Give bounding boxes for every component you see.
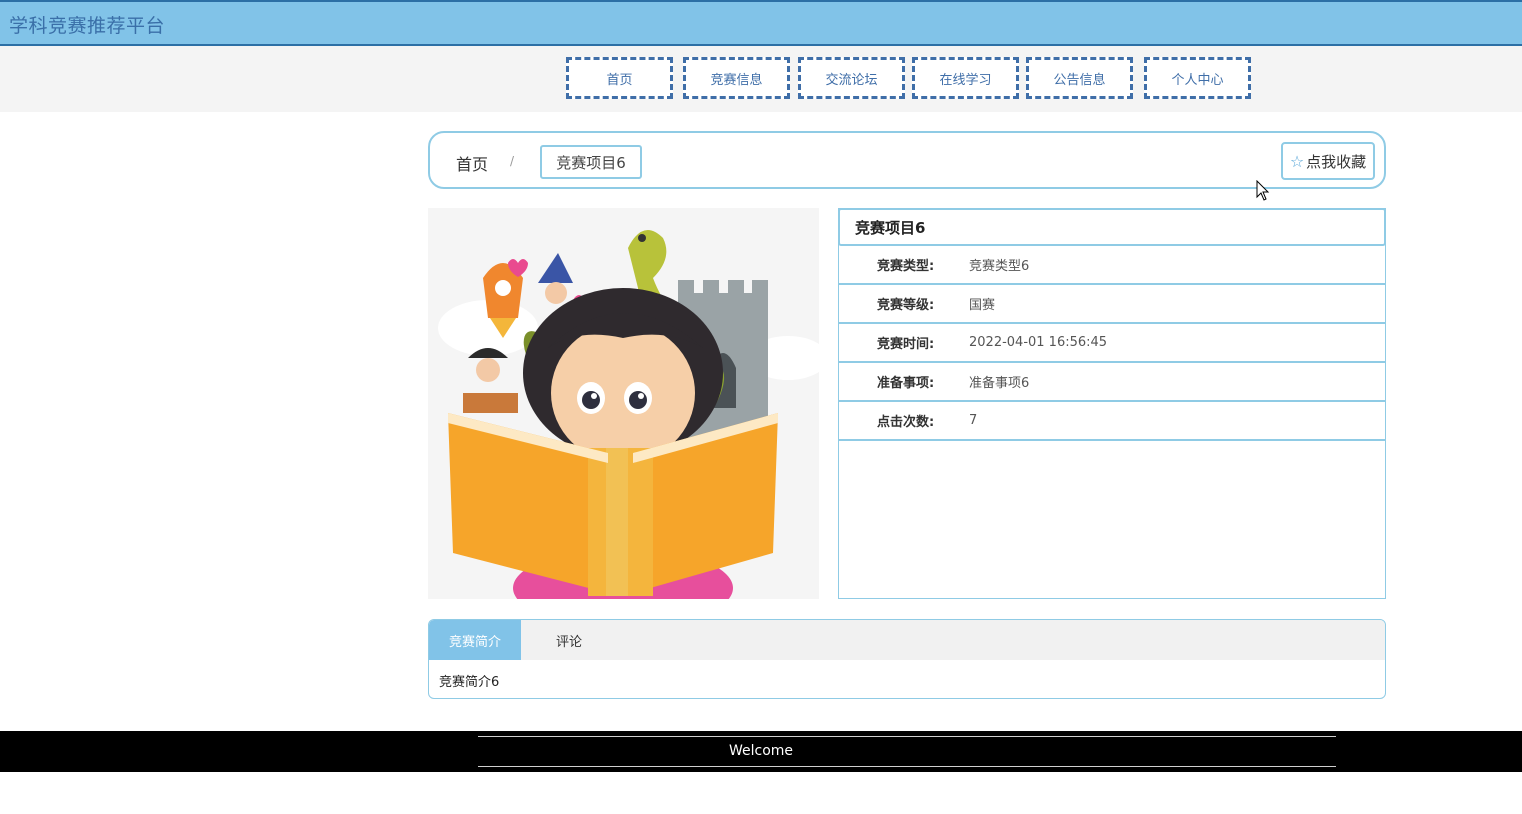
tab-comments[interactable]: 评论 [521,620,617,660]
nav-personal-center[interactable]: 个人中心 [1144,57,1251,99]
mouse-pointer-icon [1256,180,1270,201]
nav-forum[interactable]: 交流论坛 [798,57,905,99]
detail-value: 准备事项6 [969,376,1030,391]
nav-online-learning[interactable]: 在线学习 [912,57,1019,99]
nav-home[interactable]: 首页 [566,57,673,99]
detail-value: 竞赛类型6 [969,259,1030,274]
detail-row-clicks: 点击次数: 7 [839,402,1385,441]
breadcrumb-separator: / [510,154,515,168]
nav-competition-info[interactable]: 竞赛信息 [683,57,790,99]
detail-tabs: 竞赛简介 评论 竞赛简介6 [428,619,1386,699]
nav-announcements[interactable]: 公告信息 [1026,57,1133,99]
favorite-label: 点我收藏 [1306,152,1367,171]
detail-row-time: 竞赛时间: 2022-04-01 16:56:45 [839,324,1385,363]
site-title: 学科竞赛推荐平台 [9,15,166,37]
top-header: 学科竞赛推荐平台 [0,0,1522,46]
breadcrumb: 首页 / 竞赛项目6 ☆ 点我收藏 [428,131,1386,189]
competition-detail-panel: 竞赛项目6 竞赛类型: 竞赛类型6 竞赛等级: 国赛 竞赛时间: 2022-04… [838,208,1386,599]
favorite-button[interactable]: ☆ 点我收藏 [1281,142,1375,180]
detail-value: 国赛 [969,298,996,313]
footer: Welcome [0,731,1522,772]
breadcrumb-current: 竞赛项目6 [540,145,642,179]
detail-label: 点击次数: [877,415,935,430]
competition-cover-image [428,208,819,599]
detail-value: 2022-04-01 16:56:45 [969,335,1108,350]
main-nav: 首页 竞赛信息 交流论坛 在线学习 公告信息 个人中心 [0,46,1522,112]
detail-label: 竞赛时间: [877,337,935,352]
tab-content: 竞赛简介6 [439,675,500,690]
tab-header: 竞赛简介 评论 [429,620,1385,660]
detail-label: 准备事项: [877,376,935,391]
tab-introduction[interactable]: 竞赛简介 [429,620,521,660]
detail-row-level: 竞赛等级: 国赛 [839,285,1385,324]
detail-label: 竞赛类型: [877,259,935,274]
footer-divider-top [478,736,1336,737]
detail-row-preparation: 准备事项: 准备事项6 [839,363,1385,402]
footer-text: Welcome [728,743,794,759]
footer-divider-bottom [478,766,1336,767]
detail-row-type: 竞赛类型: 竞赛类型6 [839,246,1385,285]
detail-value: 7 [969,413,978,428]
girl-reading-book-illustration [428,208,819,599]
breadcrumb-home-link[interactable]: 首页 [456,151,488,175]
star-icon: ☆ [1289,151,1305,171]
detail-label: 竞赛等级: [877,298,935,313]
detail-title: 竞赛项目6 [838,208,1386,246]
